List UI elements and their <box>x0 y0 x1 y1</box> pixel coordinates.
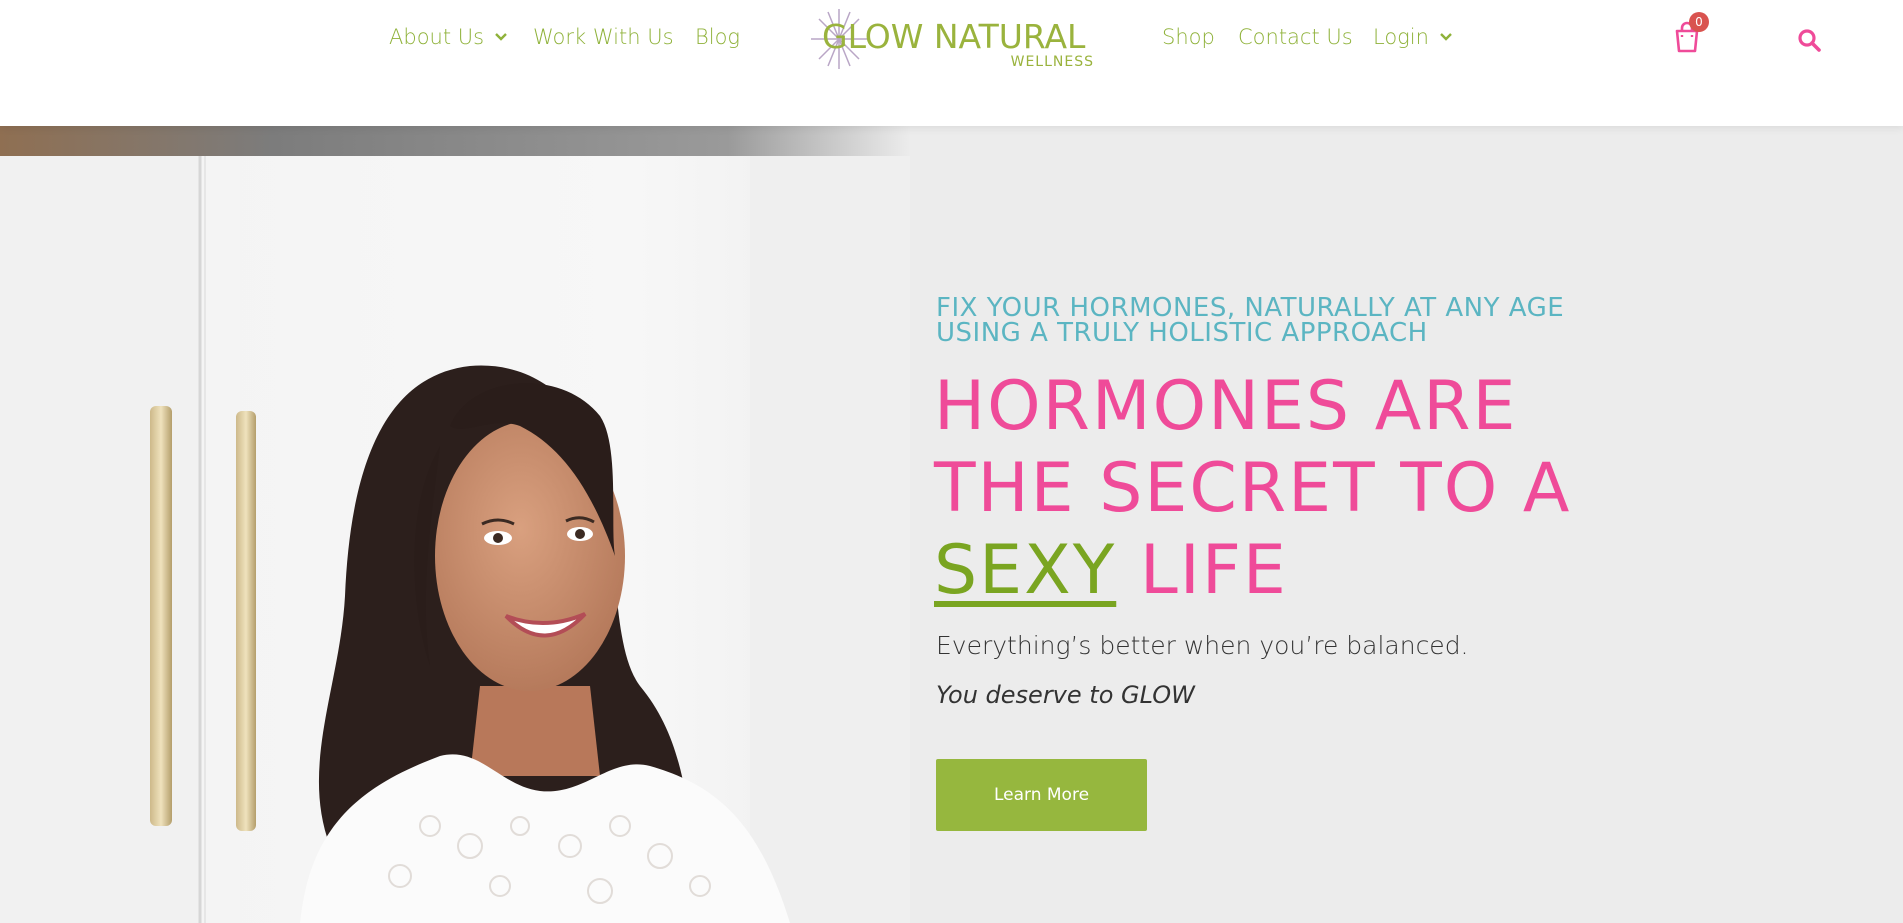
site-logo[interactable]: GLOW NATURAL WELLNESS <box>808 6 1098 72</box>
headline-part1: HORMONES ARE THE SECRET TO A <box>934 367 1572 528</box>
hero-tagline-secondary: You deserve to GLOW <box>936 681 1195 709</box>
nav-shop-label: Shop <box>1162 25 1215 49</box>
site-header: About Us Work With Us Blog GLOW NATURAL … <box>0 0 1903 126</box>
search-icon[interactable] <box>1797 28 1821 52</box>
nav-work-with-us-label: Work With Us <box>533 25 674 49</box>
nav-about-us[interactable]: About Us <box>389 25 508 49</box>
hero-photo <box>0 126 910 923</box>
nav-blog[interactable]: Blog <box>695 25 740 49</box>
nav-about-us-label: About Us <box>389 25 485 49</box>
nav-contact-us-label: Contact Us <box>1238 25 1353 49</box>
headline-accent: SEXY <box>934 531 1117 610</box>
nav-blog-label: Blog <box>695 25 741 49</box>
hero-headline: HORMONES ARE THE SECRET TO A SEXY LIFE <box>934 366 1654 612</box>
hero-section: FIX YOUR HORMONES, NATURALLY AT ANY AGE … <box>0 126 1903 923</box>
nav-work-with-us[interactable]: Work With Us <box>533 25 674 49</box>
nav-login-label: Login <box>1373 25 1429 49</box>
nav-contact-us[interactable]: Contact Us <box>1238 25 1353 49</box>
nav-login[interactable]: Login <box>1373 25 1453 49</box>
hero-eyebrow: FIX YOUR HORMONES, NATURALLY AT ANY AGE … <box>936 293 1565 348</box>
nav-shop[interactable]: Shop <box>1162 25 1215 49</box>
chevron-down-icon <box>495 33 507 41</box>
logo-text-main: GLOW NATURAL <box>822 17 1086 56</box>
cart-count-badge: 0 <box>1689 12 1709 32</box>
chevron-down-icon <box>1440 33 1452 41</box>
logo-text-sub: WELLNESS <box>1011 54 1094 70</box>
hero-tagline: Everything’s better when you’re balanced… <box>936 631 1469 660</box>
headline-part2: LIFE <box>1139 531 1288 610</box>
learn-more-button[interactable]: Learn More <box>936 759 1147 831</box>
